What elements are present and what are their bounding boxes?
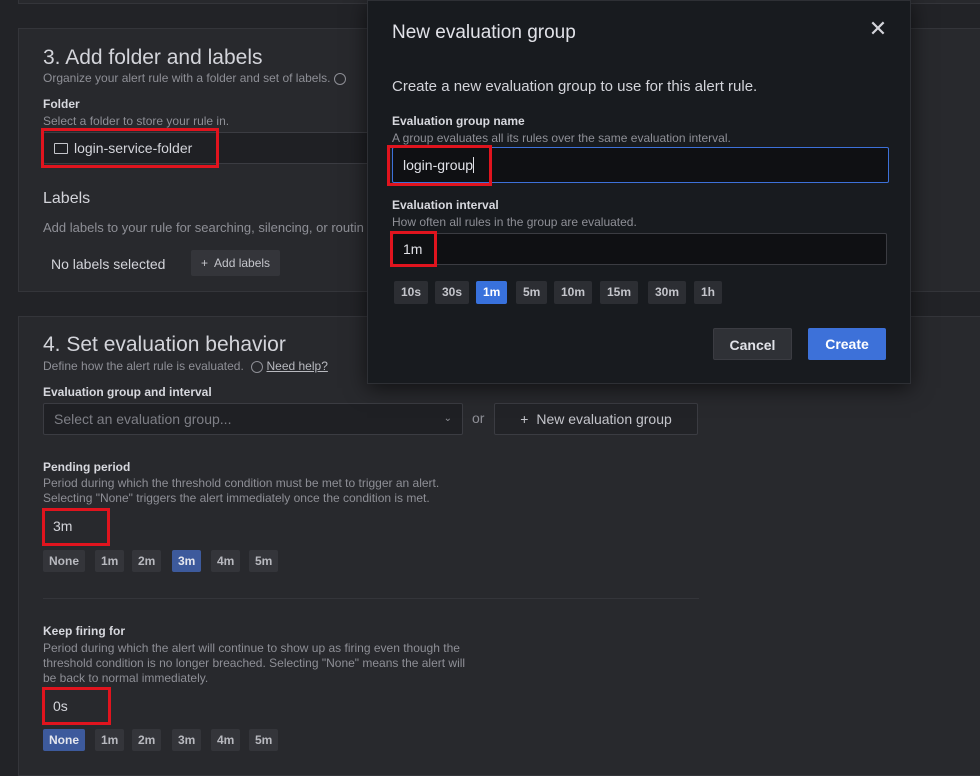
folder-label: Folder	[43, 97, 80, 111]
or-text: or	[472, 410, 485, 426]
new-evaluation-group-modal: New evaluation group ✕ Create a new eval…	[367, 0, 911, 384]
keep-option-3m[interactable]: 3m	[172, 729, 202, 751]
labels-desc: Add labels to your rule for searching, s…	[43, 220, 364, 235]
close-icon[interactable]: ✕	[868, 18, 888, 40]
keep-desc-2: threshold condition is no longer breache…	[43, 656, 466, 670]
pending-option-none[interactable]: None	[43, 550, 85, 572]
new-evaluation-group-button[interactable]: + New evaluation group	[494, 403, 698, 435]
pending-option-1m[interactable]: 1m	[95, 550, 125, 572]
interval-input[interactable]: 1m	[392, 233, 887, 265]
section-evaluation-behavior: 4. Set evaluation behavior Define how th…	[18, 316, 980, 776]
pending-option-2m[interactable]: 2m	[132, 550, 162, 572]
section4-title: 4. Set evaluation behavior	[43, 333, 286, 356]
keep-option-2m[interactable]: 2m	[132, 729, 162, 751]
create-button[interactable]: Create	[808, 328, 886, 360]
evaluation-group-select[interactable]: Select an evaluation group... ⌄	[43, 403, 463, 435]
interval-option-30s[interactable]: 30s	[435, 281, 470, 304]
interval-option-10s[interactable]: 10s	[394, 281, 429, 304]
interval-label: Evaluation interval	[392, 198, 499, 212]
keep-option-1m[interactable]: 1m	[95, 729, 125, 751]
pending-desc-2: Selecting "None" triggers the alert imme…	[43, 491, 430, 505]
interval-option-10m[interactable]: 10m	[554, 281, 593, 304]
new-group-label: New evaluation group	[536, 411, 672, 427]
group-placeholder: Select an evaluation group...	[54, 411, 232, 427]
keep-option-none[interactable]: None	[43, 729, 85, 751]
labels-title: Labels	[43, 190, 91, 207]
group-name-desc: A group evaluates all its rules over the…	[392, 131, 731, 145]
add-labels-button[interactable]: + Add labels	[191, 250, 281, 276]
highlight-box	[387, 145, 492, 186]
plus-icon: +	[520, 411, 529, 427]
folder-desc: Select a folder to store your rule in.	[43, 114, 230, 128]
cancel-button[interactable]: Cancel	[713, 328, 792, 360]
pending-option-4m[interactable]: 4m	[211, 550, 241, 572]
interval-option-5m[interactable]: 5m	[516, 281, 548, 304]
interval-desc: How often all rules in the group are eva…	[392, 215, 637, 229]
pending-period-label: Pending period	[43, 460, 131, 474]
keep-firing-label: Keep firing for	[43, 624, 126, 638]
keep-desc-1: Period during which the alert will conti…	[43, 641, 460, 655]
modal-title: New evaluation group	[392, 22, 576, 43]
interval-option-15m[interactable]: 15m	[600, 281, 639, 304]
interval-option-1h[interactable]: 1h	[694, 281, 723, 304]
interval-option-1m[interactable]: 1m	[476, 281, 508, 304]
highlight-box	[41, 128, 219, 168]
info-icon	[333, 72, 346, 85]
divider	[43, 598, 699, 599]
pending-option-5m[interactable]: 5m	[249, 550, 279, 572]
modal-intro: Create a new evaluation group to use for…	[392, 78, 758, 95]
group-name-label: Evaluation group name	[392, 114, 525, 128]
need-help-link[interactable]: Need help?	[266, 359, 327, 373]
chevron-down-icon: ⌄	[443, 413, 452, 424]
highlight-box	[390, 231, 437, 267]
interval-option-30m[interactable]: 30m	[648, 281, 687, 304]
keep-desc-3: be back to normal immediately.	[43, 671, 209, 685]
pending-option-3m[interactable]: 3m	[172, 550, 202, 572]
highlight-box	[42, 687, 111, 725]
add-labels-label: Add labels	[214, 256, 271, 270]
keep-option-4m[interactable]: 4m	[211, 729, 241, 751]
section3-subtitle: Organize your alert rule with a folder a…	[43, 71, 346, 85]
help-icon	[251, 360, 264, 373]
section3-title: 3. Add folder and labels	[43, 46, 263, 69]
pending-desc-1: Period during which the threshold condit…	[43, 476, 440, 490]
keep-option-5m[interactable]: 5m	[249, 729, 279, 751]
section4-subtitle: Define how the alert rule is evaluated. …	[43, 359, 328, 373]
no-labels-text: No labels selected	[51, 256, 166, 272]
plus-icon: +	[201, 256, 209, 270]
group-interval-label: Evaluation group and interval	[43, 385, 212, 399]
highlight-box	[42, 508, 110, 546]
